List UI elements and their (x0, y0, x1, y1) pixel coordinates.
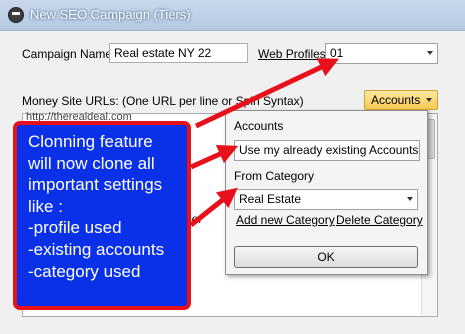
arrow-to-web-profiles (194, 58, 340, 129)
annotation-arrows (189, 58, 340, 227)
arrow-to-category-select (189, 187, 238, 227)
arrow-to-accounts-select (189, 144, 239, 170)
